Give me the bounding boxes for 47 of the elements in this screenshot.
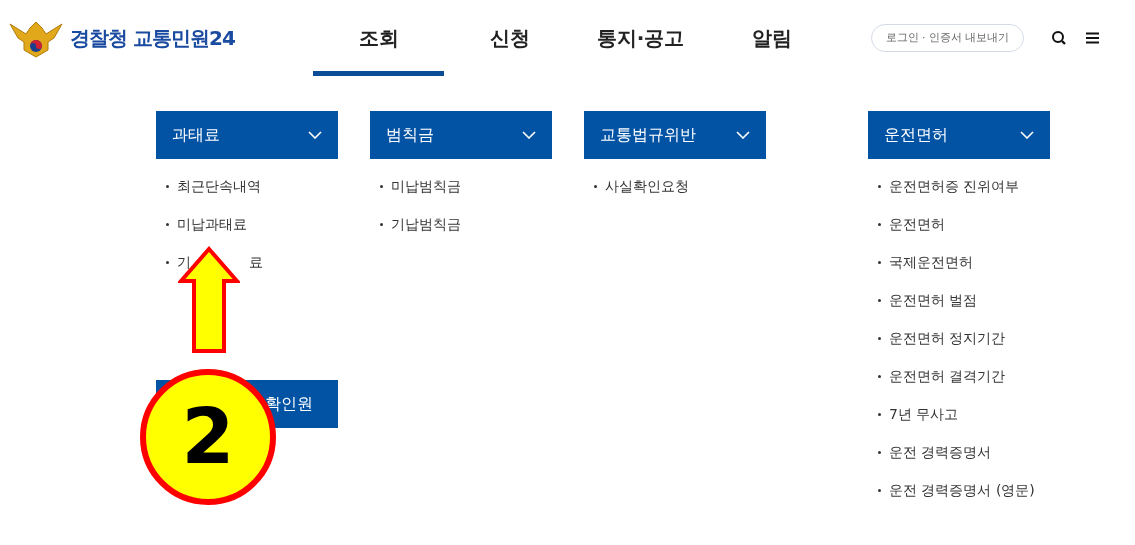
- bullet-icon: [878, 489, 881, 492]
- search-icon[interactable]: [1051, 30, 1067, 46]
- bullet-icon: [878, 223, 881, 226]
- chevron-down-icon: [736, 131, 750, 139]
- menu-link[interactable]: 사실확인요청: [605, 176, 689, 197]
- menu-link[interactable]: 운전면허 벌점: [889, 290, 978, 311]
- category-header[interactable]: 과태료: [156, 111, 338, 159]
- menu-link[interactable]: 최근단속내역: [177, 176, 261, 197]
- bullet-icon: [878, 413, 881, 416]
- menu-link[interactable]: 운전면허증 진위여부: [889, 176, 1020, 197]
- menu-link[interactable]: 7년 무사고: [889, 404, 959, 425]
- menu-link[interactable]: 기: [177, 252, 191, 273]
- category-header[interactable]: 교통법규위반: [584, 111, 766, 159]
- menu-link[interactable]: 료: [249, 252, 263, 273]
- menu-link[interactable]: 국제운전면허: [889, 252, 973, 273]
- bullet-icon: [380, 185, 383, 188]
- bullet-icon: [380, 223, 383, 226]
- chevron-down-icon: [308, 131, 322, 139]
- bullet-icon: [878, 375, 881, 378]
- category-header[interactable]: 운전면허: [868, 111, 1050, 159]
- bullet-icon: [878, 185, 881, 188]
- bullet-icon: [878, 451, 881, 454]
- nav-tab[interactable]: 신청: [444, 0, 575, 76]
- menu-link[interactable]: 운전 경력증명서 (영문): [889, 480, 1035, 501]
- chevron-down-icon: [522, 131, 536, 139]
- chevron-down-icon: [1020, 131, 1034, 139]
- bullet-icon: [878, 261, 881, 264]
- nav-tab[interactable]: 통지·공고: [575, 0, 706, 76]
- menu-link[interactable]: 운전면허 결격기간: [889, 366, 1006, 387]
- up-arrow-icon: [178, 246, 240, 354]
- menu-link[interactable]: 미납과태료: [177, 214, 247, 235]
- site-logo-text[interactable]: 경찰청 교통민원24: [70, 23, 235, 53]
- menu-link[interactable]: 미납범칙금: [391, 176, 461, 197]
- category-header[interactable]: 범칙금: [370, 111, 552, 159]
- menu-link[interactable]: 운전면허 정지기간: [889, 328, 1006, 349]
- menu-icon[interactable]: [1086, 32, 1099, 44]
- bullet-icon: [166, 223, 169, 226]
- bullet-icon: [166, 261, 169, 264]
- bullet-icon: [878, 337, 881, 340]
- menu-link[interactable]: 기납범칙금: [391, 214, 461, 235]
- nav-tab[interactable]: 알림: [706, 0, 837, 76]
- bullet-icon: [878, 299, 881, 302]
- menu-link[interactable]: 운전면허: [889, 214, 945, 235]
- bullet-icon: [166, 185, 169, 188]
- menu-link[interactable]: 운전 경력증명서: [889, 442, 992, 463]
- bullet-icon: [594, 185, 597, 188]
- nav-tab[interactable]: 조회: [313, 0, 444, 76]
